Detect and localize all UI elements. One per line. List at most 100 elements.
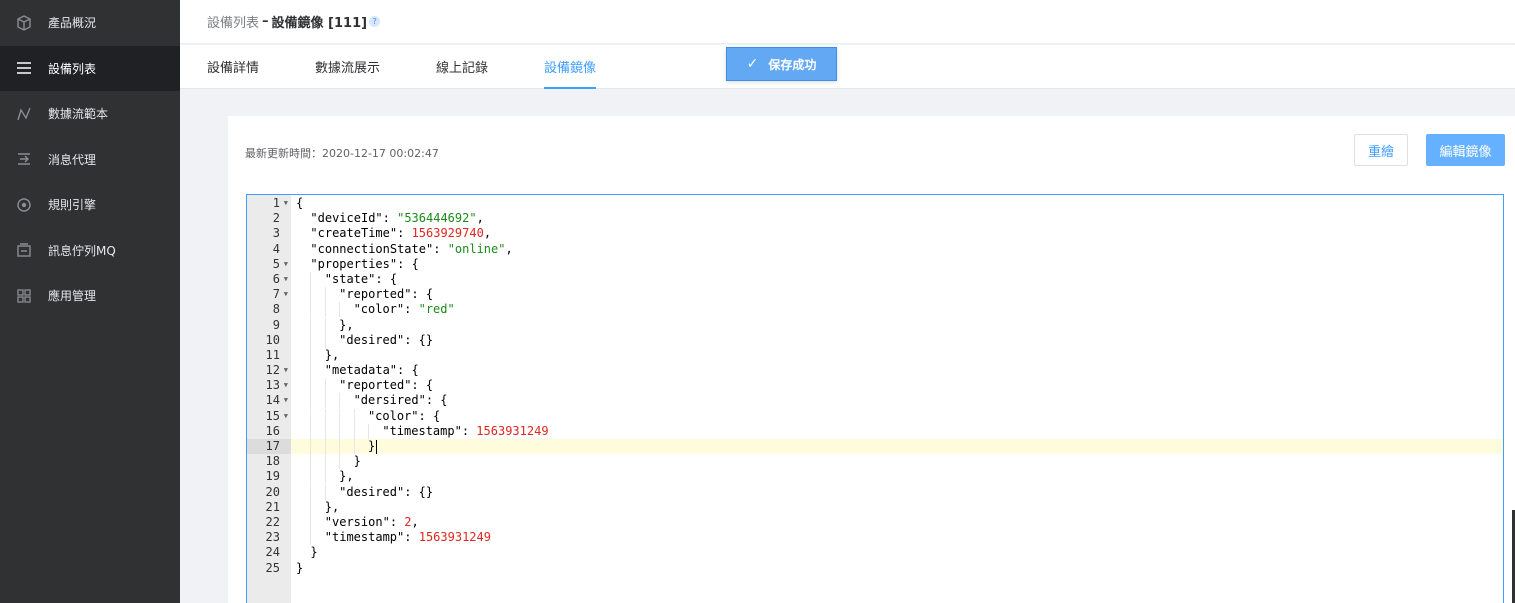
line-number: 20 (265, 484, 280, 499)
code-text: "metadata": { (296, 363, 419, 379)
code-line[interactable]: 25} (247, 561, 1503, 576)
code-line[interactable]: 12 ▼ "metadata": { (247, 363, 1503, 379)
code-line[interactable]: 6 ▼ "state": { (247, 271, 1503, 287)
tab-device-shadow[interactable]: 設備鏡像 (544, 45, 597, 89)
code-line[interactable]: 11}, (247, 347, 1503, 363)
sidebar-item-label: 訊息佇列MQ (48, 243, 116, 258)
code-text: "color": "red" (296, 302, 455, 318)
line-number: 24 (265, 545, 280, 560)
line-number: 21 (265, 499, 280, 514)
line-number: 4 (272, 241, 280, 256)
code-line[interactable]: 21}, (247, 499, 1503, 515)
code-line[interactable]: 17} (247, 439, 1503, 455)
fold-arrow-icon[interactable]: ▼ (284, 287, 288, 302)
text-cursor (376, 439, 378, 454)
fold-arrow-icon[interactable]: ▼ (284, 409, 288, 424)
code-text: "reported": { (296, 378, 433, 394)
code-text: }, (296, 317, 354, 333)
sidebar-item-label: 數據流範本 (48, 107, 109, 122)
code-line[interactable]: 22 "version": 2, (247, 514, 1503, 530)
code-text: }, (296, 347, 339, 363)
code-line[interactable]: 14 ▼ "dersired": { (247, 393, 1503, 409)
code-text: "connectionState": "online", (310, 241, 513, 256)
list-icon (16, 60, 32, 76)
code-line[interactable]: 8 "color": "red" (247, 302, 1503, 318)
line-number: 11 (265, 347, 280, 362)
code-line[interactable]: 10 "desired": {} (247, 332, 1503, 348)
code-text: "properties": { (310, 256, 419, 271)
code-line[interactable]: 9}, (247, 317, 1503, 333)
code-text: } (296, 560, 304, 575)
code-text: } (310, 545, 318, 560)
code-line[interactable]: 5 ▼ "properties": { (247, 257, 1503, 272)
breadcrumb-parent-link[interactable]: 設備列表 (207, 12, 259, 31)
code-text: "desired": {} (296, 484, 433, 500)
sidebar-item-app-management[interactable]: 應用管理 (0, 273, 180, 319)
sidebar-item-product-overview[interactable]: 產品概況 (0, 0, 180, 46)
line-number: 22 (265, 514, 280, 529)
fold-arrow-icon[interactable]: ▼ (284, 363, 288, 378)
code-line[interactable]: 15 ▼ "color": { (247, 408, 1503, 424)
code-text: "createTime": 1563929740, (310, 226, 492, 241)
json-code-editor[interactable]: 1 ▼ {2 "deviceId": "536444692", 3 "createTime… (246, 194, 1504, 603)
code-text: "reported": { (296, 287, 433, 303)
fold-arrow-icon[interactable]: ▼ (284, 272, 288, 287)
fold-arrow-icon[interactable]: ▼ (284, 378, 288, 393)
sidebar-item-message-proxy[interactable]: 消息代理 (0, 137, 180, 183)
code-text: "color": { (296, 408, 440, 424)
line-number: 7 ▼ (272, 287, 288, 302)
code-lines: 1 ▼ {2 "deviceId": "536444692", 3 "createTime… (247, 196, 1503, 576)
flow-icon (16, 106, 32, 122)
sidebar-item-label: 設備列表 (48, 61, 97, 76)
code-line[interactable]: 13 ▼ "reported": { (247, 378, 1503, 394)
code-line[interactable]: 4 "connectionState": "online", (247, 242, 1503, 257)
check-icon: ✓ (746, 56, 759, 72)
code-text: }, (296, 499, 339, 515)
code-line[interactable]: 3 "createTime": 1563929740, (247, 226, 1503, 241)
line-number: 9 (272, 317, 280, 332)
last-updated-text: 最新更新時間：2020-12-17 00:02:47 (245, 147, 439, 160)
code-line[interactable]: 1 ▼ { (247, 196, 1503, 211)
line-number: 16 (265, 423, 280, 438)
line-number: 10 (265, 332, 280, 347)
line-number: 3 (272, 226, 280, 241)
line-number: 18 (265, 454, 280, 469)
code-line[interactable]: 19}, (247, 469, 1503, 485)
help-icon[interactable]: ? (369, 16, 381, 27)
code-line[interactable]: 16 "timestamp": 1563931249 (247, 423, 1503, 439)
proxy-icon (16, 151, 32, 167)
engine-icon (16, 197, 32, 213)
fold-arrow-icon[interactable]: ▼ (284, 393, 288, 408)
code-line[interactable]: 24} (247, 545, 1503, 560)
code-line[interactable]: 7 ▼ "reported": { (247, 287, 1503, 303)
fold-arrow-icon[interactable]: ▼ (284, 257, 288, 272)
code-text: "timestamp": 1563931249 (296, 423, 549, 439)
code-text: "dersired": { (296, 393, 448, 409)
code-line[interactable]: 2 "deviceId": "536444692", (247, 211, 1503, 226)
tab-device-details[interactable]: 設備詳情 (207, 45, 259, 88)
line-number: 15 ▼ (265, 408, 288, 424)
tab-online-records[interactable]: 線上記錄 (436, 45, 488, 88)
sidebar-item-message-queue[interactable]: 訊息佇列MQ (0, 228, 180, 274)
code-text: { (296, 196, 304, 210)
line-number: 23 (265, 530, 280, 545)
line-number: 5 ▼ (272, 256, 288, 272)
sidebar-item-rule-engine[interactable]: 規則引擎 (0, 182, 180, 228)
tab-dataflow-display[interactable]: 數據流展示 (315, 45, 380, 88)
sidebar-item-label: 產品概況 (48, 16, 97, 31)
code-text: }, (296, 469, 354, 485)
breadcrumb: 設備列表 – 設備鏡像 [111] ? (180, 0, 1515, 44)
redraw-button[interactable]: 重繪 (1354, 134, 1408, 166)
code-line[interactable]: 23 "timestamp": 1563931249 (247, 530, 1503, 546)
code-line[interactable]: 20 "desired": {} (247, 484, 1503, 500)
code-text: "timestamp": 1563931249 (296, 530, 491, 546)
code-line[interactable]: 18} (247, 454, 1503, 470)
edit-shadow-button[interactable]: 編輯鏡像 (1426, 134, 1505, 166)
line-number: 13 ▼ (265, 378, 288, 393)
code-text: "deviceId": "536444692", (310, 211, 484, 226)
fold-arrow-icon[interactable]: ▼ (284, 196, 288, 211)
sidebar-item-dataflow-template[interactable]: 數據流範本 (0, 91, 180, 137)
breadcrumb-separator: – (262, 14, 269, 29)
toast-message: 保存成功 (768, 57, 817, 72)
sidebar-item-device-list[interactable]: 設備列表 (0, 45, 180, 91)
